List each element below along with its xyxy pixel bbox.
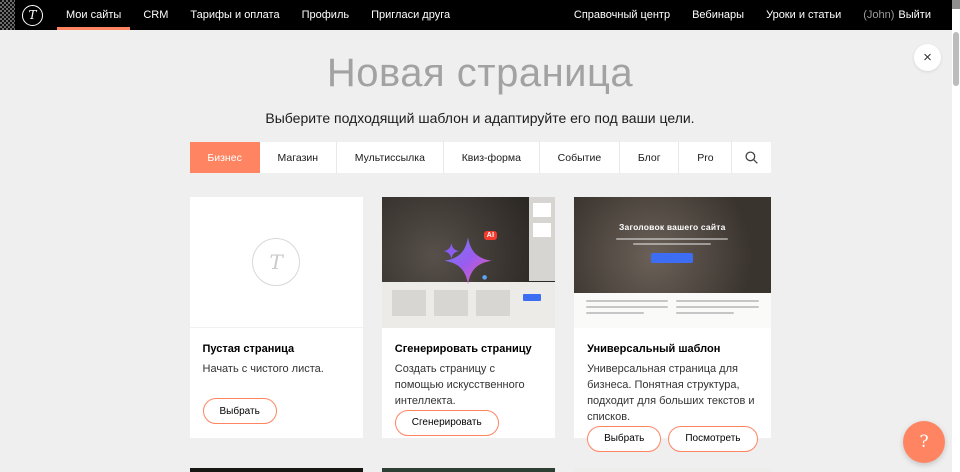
question-mark-icon: ? <box>919 432 928 452</box>
choose-blank-button[interactable]: Выбрать <box>203 398 277 424</box>
card-title: Сгенерировать страницу <box>395 343 542 355</box>
page-subtitle: Выберите подходящий шаблон и адаптируйте… <box>0 110 960 126</box>
template-preview[interactable] <box>382 468 555 472</box>
card-description: Универсальная страница для бизнеса. Поня… <box>587 362 757 426</box>
card-title: Пустая страница <box>203 343 350 355</box>
card-actions: Выбрать <box>203 398 350 424</box>
nav-item-plans-payment[interactable]: Тарифы и оплата <box>179 0 290 30</box>
generate-button[interactable]: Сгенерировать <box>395 410 499 436</box>
template-category-tabs: Бизнес Магазин Мультиссылка Квиз-форма С… <box>190 142 771 173</box>
user-name-label: (John) <box>863 9 894 21</box>
card-body: Универсальный шаблон Универсальная стран… <box>574 328 770 466</box>
preview-hero-heading: Заголовок вашего сайта <box>619 222 726 232</box>
preview-sidebar-decoration <box>529 197 555 281</box>
preview-universal-button[interactable]: Посмотреть <box>668 426 757 452</box>
template-card-universal: Заголовок вашего сайта Универсальный шаб… <box>574 197 770 438</box>
search-icon <box>745 151 758 164</box>
primary-nav: Мои сайты CRM Тарифы и оплата Профиль Пр… <box>55 0 461 30</box>
universal-template-preview[interactable]: Заголовок вашего сайта <box>574 197 770 328</box>
tilda-logo[interactable]: T <box>15 0 55 30</box>
preview-content-decoration <box>382 282 555 328</box>
tab-multilink[interactable]: Мультиссылка <box>337 142 444 173</box>
tab-store[interactable]: Магазин <box>260 142 337 173</box>
nav-item-profile[interactable]: Профиль <box>291 0 361 30</box>
tab-search[interactable] <box>732 142 770 173</box>
nav-item-webinars[interactable]: Вебинары <box>681 0 755 30</box>
logout-label: Выйти <box>898 9 931 21</box>
card-title: Универсальный шаблон <box>587 343 757 355</box>
help-button[interactable]: ? <box>903 421 945 463</box>
nav-item-my-sites[interactable]: Мои сайты <box>55 0 132 30</box>
scrollbar-track <box>952 0 960 472</box>
template-card-blank-page: T Пустая страница Начать с чистого листа… <box>190 197 363 438</box>
card-body: Пустая страница Начать с чистого листа. … <box>190 328 363 438</box>
card-actions: Сгенерировать <box>395 410 542 436</box>
card-actions: Выбрать Посмотреть <box>587 426 757 452</box>
template-preview[interactable] <box>574 468 770 472</box>
card-description: Начать с чистого листа. <box>203 362 350 378</box>
secondary-nav: Справочный центр Вебинары Уроки и статьи… <box>563 0 942 30</box>
template-card <box>382 468 555 472</box>
preview-text-decoration <box>574 293 770 328</box>
ai-generate-preview[interactable]: AI <box>382 197 555 328</box>
template-card-ai-generate: AI Сгенерировать страницу Создать страни… <box>382 197 555 438</box>
nav-item-crm[interactable]: CRM <box>132 0 179 30</box>
nav-item-lessons-articles[interactable]: Уроки и статьи <box>755 0 852 30</box>
nav-item-invite-friend[interactable]: Пригласи друга <box>360 0 461 30</box>
nav-item-logout[interactable]: (John) Выйти <box>852 0 942 30</box>
choose-universal-button[interactable]: Выбрать <box>587 426 661 452</box>
scrollbar-top-cap <box>952 0 960 9</box>
template-card <box>190 468 363 472</box>
ai-badge: AI <box>484 231 498 240</box>
ai-sparkle-icon <box>440 232 496 288</box>
preview-blue-button-decoration <box>523 294 541 301</box>
tab-business[interactable]: Бизнес <box>190 142 260 173</box>
preview-hero-decoration: Заголовок вашего сайта <box>574 197 770 293</box>
nav-item-help-center[interactable]: Справочный центр <box>563 0 681 30</box>
page-title: Новая страница <box>0 50 960 96</box>
template-card <box>574 468 770 472</box>
scrollbar-thumb[interactable] <box>953 32 959 86</box>
card-description: Создать страницу с помощью искусственног… <box>395 362 542 410</box>
preview-cta-decoration <box>651 253 693 263</box>
corner-pattern-decoration <box>0 0 15 30</box>
close-button[interactable]: × <box>914 44 941 71</box>
tab-event[interactable]: Событие <box>540 142 620 173</box>
tab-blog[interactable]: Блог <box>620 142 679 173</box>
blank-page-preview[interactable]: T <box>190 197 363 328</box>
template-preview[interactable] <box>190 468 363 472</box>
tab-pro[interactable]: Pro <box>679 142 732 173</box>
tilda-mark-icon: T <box>252 238 300 286</box>
tab-quiz-form[interactable]: Квиз-форма <box>444 142 540 173</box>
tilda-logo-icon: T <box>22 5 43 26</box>
card-body: Сгенерировать страницу Создать страницу … <box>382 328 555 450</box>
template-card-grid: T Пустая страница Начать с чистого листа… <box>190 197 771 472</box>
top-navigation-bar: T Мои сайты CRM Тарифы и оплата Профиль … <box>0 0 960 30</box>
close-icon: × <box>923 49 932 66</box>
